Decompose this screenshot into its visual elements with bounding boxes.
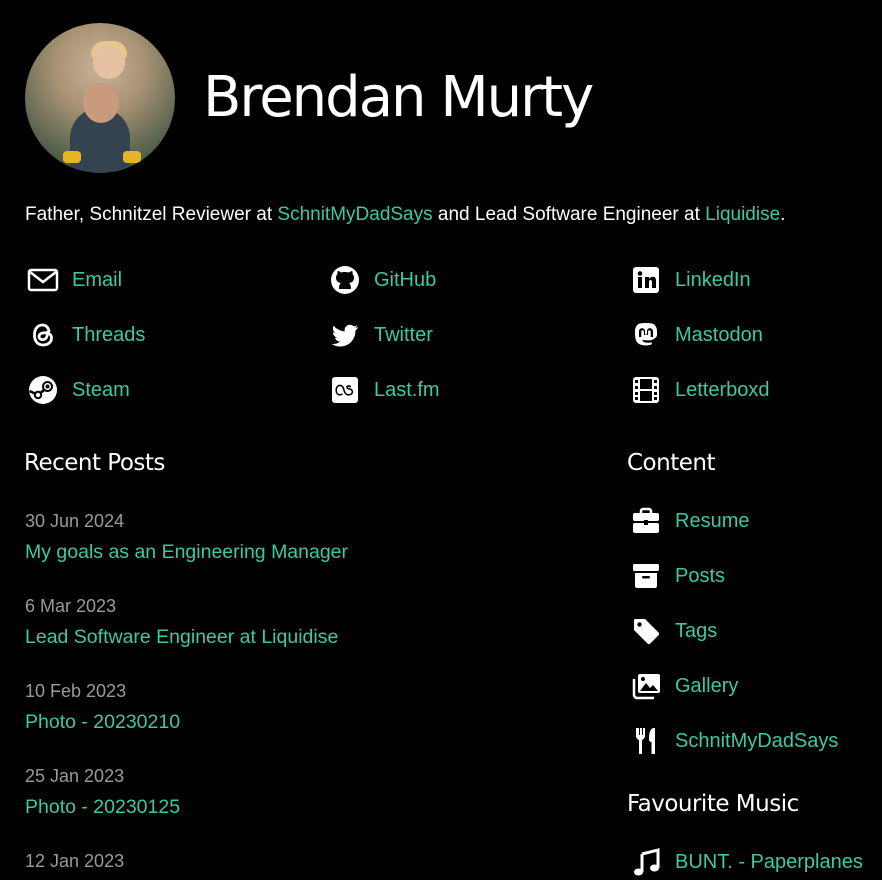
list-item: 30 Jun 2024 My goals as an Engineering M… [25,509,348,565]
social-links: Email GitHub LinkedIn Threads Twitter Ma… [0,262,882,422]
posts-link[interactable]: Posts [628,558,725,594]
post-title-link[interactable]: Lead Software Engineer at Liquidise [25,624,338,650]
letterboxd-label: Letterboxd [675,378,770,401]
recent-posts-heading: Recent Posts [24,450,165,476]
post-date: 30 Jun 2024 [25,511,125,531]
avatar-child-head [93,45,125,79]
music-note-icon [628,844,664,880]
threads-label: Threads [72,323,146,346]
post-title-link[interactable]: Photo - 20230210 [25,709,180,735]
mastodon-icon [628,317,664,353]
lastfm-icon [327,372,363,408]
lastfm-label: Last.fm [374,378,440,401]
steam-label: Steam [72,378,130,401]
content-heading: Content [627,450,715,476]
post-date: 6 Mar 2023 [25,596,117,616]
tags-link[interactable]: Tags [628,613,717,649]
favourite-music-heading: Favourite Music [627,791,799,817]
avatar-shoe-right [123,151,141,163]
linkedin-link[interactable]: LinkedIn [628,262,751,298]
email-icon [25,262,61,298]
bio: Father, Schnitzel Reviewer at SchnitMyDa… [25,202,785,228]
email-label: Email [72,268,123,291]
posts-label: Posts [675,564,726,587]
github-link[interactable]: GitHub [327,262,436,298]
email-link[interactable]: Email [25,262,122,298]
schnitmydadsays-content-link[interactable]: SchnitMyDadSays [628,723,838,759]
tags-label: Tags [675,619,718,642]
twitter-icon [327,317,363,353]
post-title-link[interactable]: My goals as an Engineering Manager [25,539,348,565]
bio-middle: and Lead Software Engineer at [432,204,706,225]
resume-label: Resume [675,509,750,532]
letterboxd-link[interactable]: Letterboxd [628,372,770,408]
music-track-label: BUNT. - Paperplanes [675,850,863,873]
avatar-shoe-left [63,151,81,163]
briefcase-icon [628,503,664,539]
threads-link[interactable]: Threads [25,317,145,353]
mastodon-label: Mastodon [675,323,763,346]
github-icon [327,262,363,298]
gallery-icon [628,668,664,704]
post-date: 12 Jan 2023 [25,851,125,871]
lastfm-link[interactable]: Last.fm [327,372,440,408]
liquidise-link[interactable]: Liquidise [705,204,780,225]
avatar [25,23,175,173]
threads-icon [25,317,61,353]
mastodon-link[interactable]: Mastodon [628,317,763,353]
avatar-figure-head [83,83,119,123]
post-date: 25 Jan 2023 [25,766,125,786]
linkedin-icon [628,262,664,298]
schnitmydadsays-label: SchnitMyDadSays [675,729,839,752]
twitter-link[interactable]: Twitter [327,317,433,353]
bio-suffix: . [780,204,786,225]
gallery-label: Gallery [675,674,739,697]
film-icon [628,372,664,408]
gallery-link[interactable]: Gallery [628,668,738,704]
utensils-icon [628,723,664,759]
steam-icon [25,372,61,408]
list-item: 12 Jan 2023 [25,849,124,873]
steam-link[interactable]: Steam [25,372,130,408]
twitter-label: Twitter [374,323,433,346]
tag-icon [628,613,664,649]
page-title: Brendan Murty [203,65,594,130]
linkedin-label: LinkedIn [675,268,751,291]
post-title-link[interactable]: Photo - 20230125 [25,794,180,820]
list-item: 6 Mar 2023 Lead Software Engineer at Liq… [25,594,338,650]
list-item: 25 Jan 2023 Photo - 20230125 [25,764,180,820]
bio-prefix: Father, Schnitzel Reviewer at [25,204,278,225]
post-date: 10 Feb 2023 [25,681,127,701]
music-track-link[interactable]: BUNT. - Paperplanes [628,844,863,880]
list-item: 10 Feb 2023 Photo - 20230210 [25,679,180,735]
schnitmydadsays-link[interactable]: SchnitMyDadSays [277,204,432,225]
archive-icon [628,558,664,594]
resume-link[interactable]: Resume [628,503,749,539]
github-label: GitHub [374,268,437,291]
